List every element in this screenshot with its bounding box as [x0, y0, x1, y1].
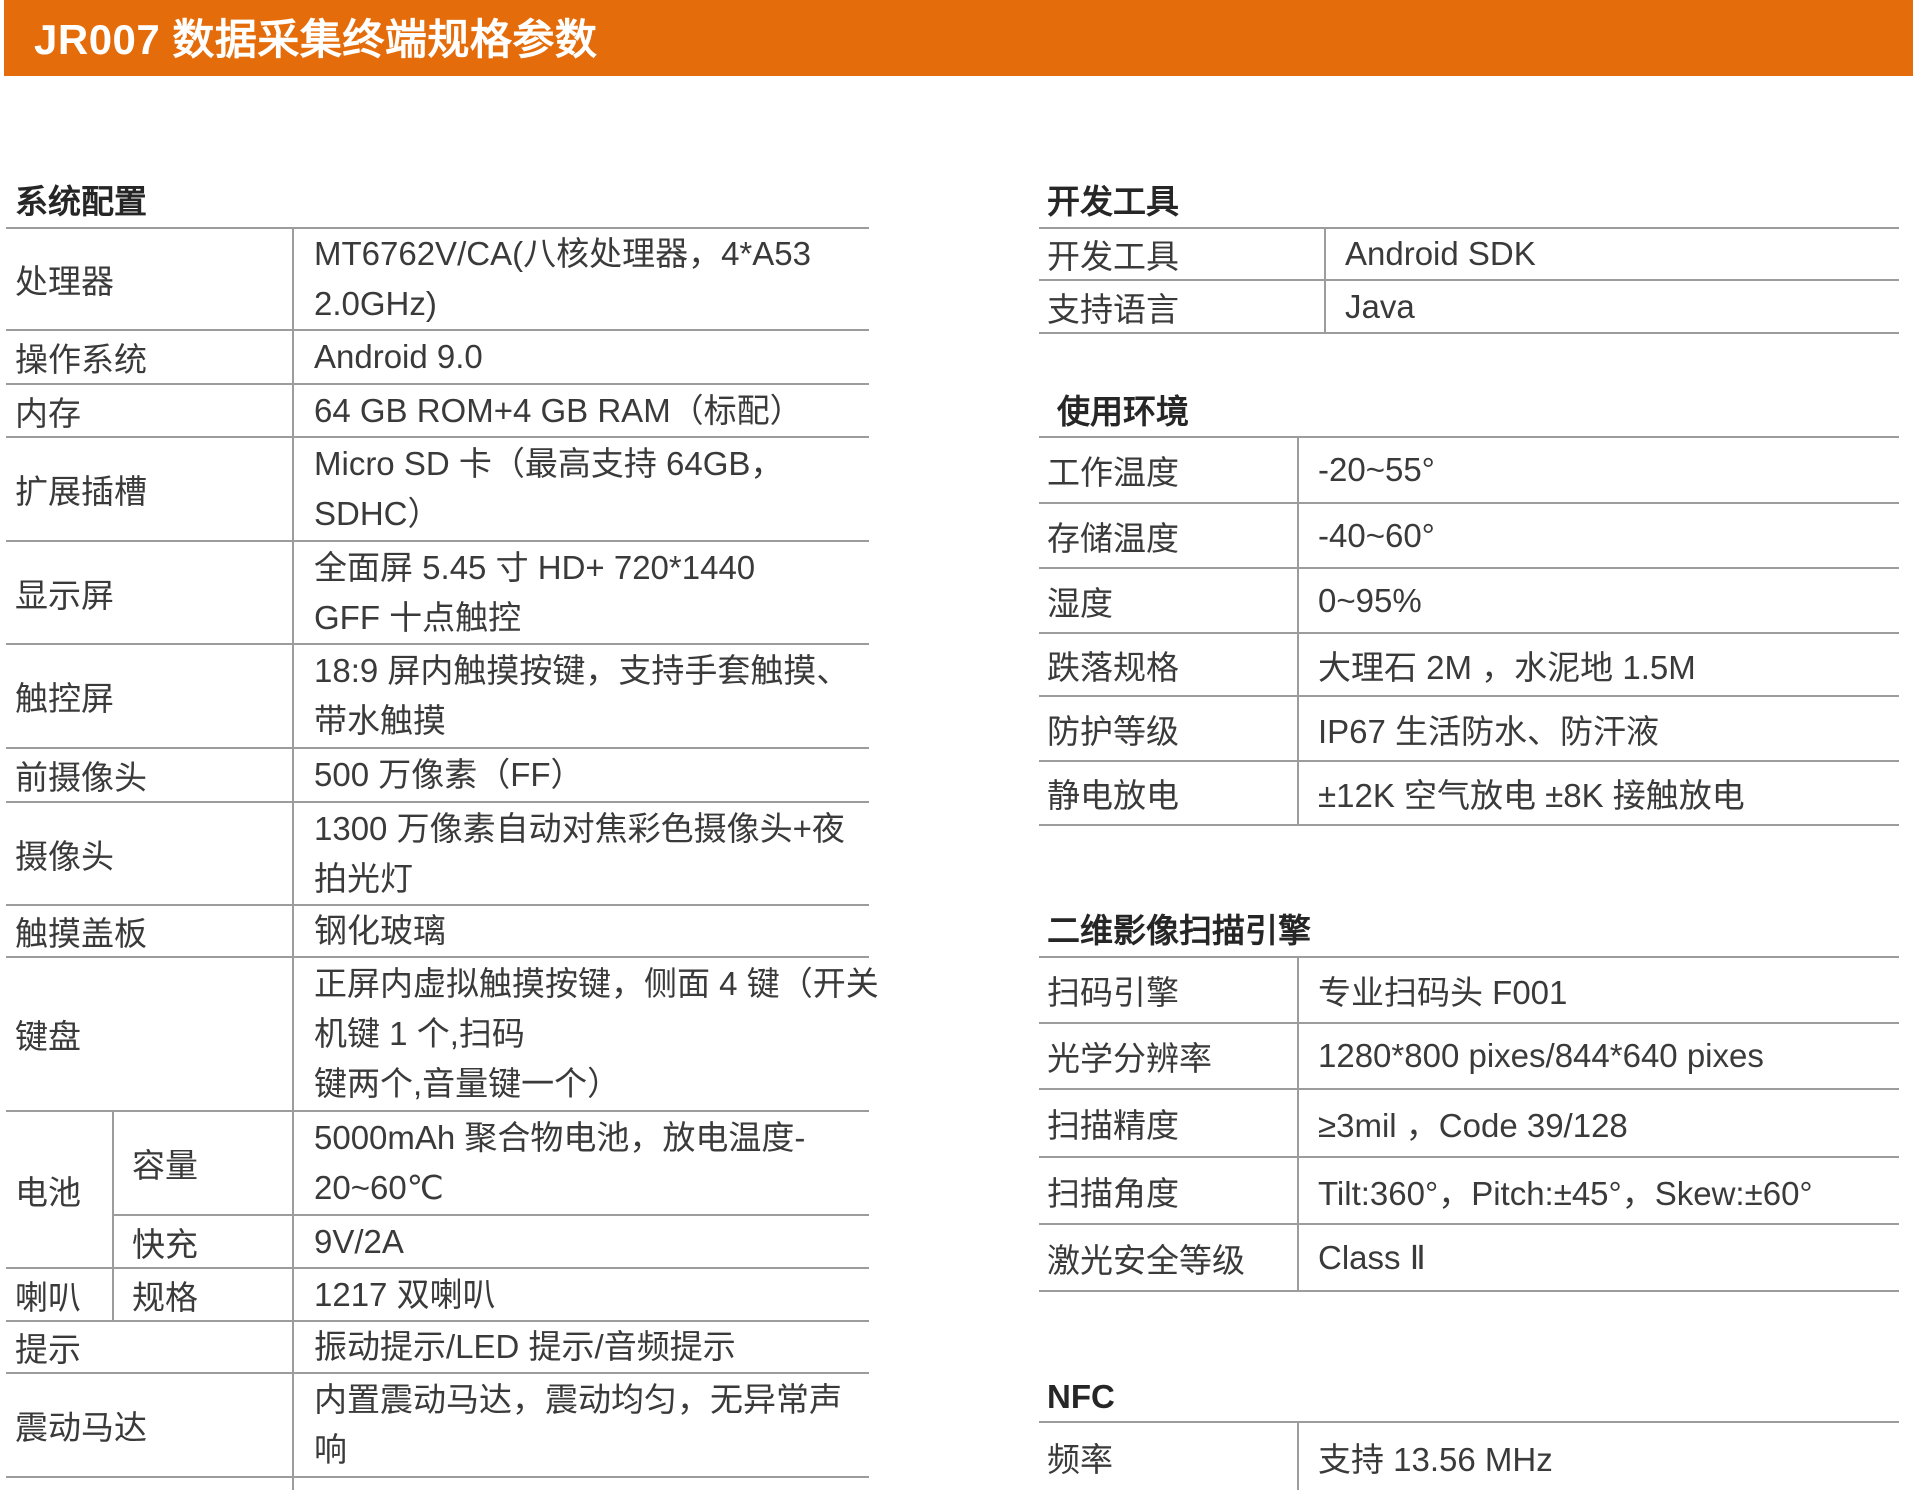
- label-scan-precision: 扫描精度: [1039, 1090, 1297, 1158]
- title-bar: JR007 数据采集终端规格参数: [4, 0, 1913, 76]
- label-frequency: 频率: [1047, 1440, 1113, 1478]
- section-heading-dev-tools: 开发工具: [1047, 183, 1179, 220]
- label-battery-capacity: 容量: [112, 1112, 292, 1216]
- value-optical-resolution: 1280*800 pixes/844*640 pixes: [1297, 1024, 1899, 1090]
- section-heading-scan-engine: 二维影像扫描引擎: [1047, 912, 1311, 949]
- value-camera: 1300 万像素自动对焦彩色摄像头+夜 拍光灯: [292, 803, 869, 906]
- value-dev-tools: Android SDK: [1324, 229, 1899, 281]
- value-line: 内置震动马达，震动均匀，无异常声: [314, 1381, 842, 1418]
- label-notification: 提示: [6, 1322, 292, 1374]
- value-scan-engine: 专业扫码头 F001: [1297, 958, 1899, 1024]
- value-line: 1300 万像素自动对焦彩色摄像头+夜: [314, 809, 845, 847]
- label-operating-temp: 工作温度: [1039, 438, 1297, 504]
- label-language: 支持语言: [1039, 281, 1324, 334]
- label-expansion-slot: 扩展插槽: [6, 438, 292, 542]
- section-heading-system: 系统配置: [15, 183, 147, 220]
- label-touchscreen: 触控屏: [6, 645, 292, 749]
- table-row-partial-value: [292, 1478, 869, 1490]
- value-line: 5000mAh 聚合物电池，放电温度-: [314, 1119, 806, 1156]
- value-frequency: 支持 13.56 MHz: [1297, 1423, 1899, 1490]
- value-line: 500 万像素（FF）: [314, 756, 584, 793]
- value-memory: 64 GB ROM+4 GB RAM（标配）: [292, 385, 869, 438]
- section-heading-environment: 使用环境: [1057, 393, 1189, 430]
- value-line: Micro SD 卡（最高支持 64GB，: [314, 445, 784, 482]
- value-line: 机键 1 个,扫码: [314, 1015, 525, 1052]
- value-line: Android 9.0: [314, 338, 483, 375]
- nfc-table: 频率 支持 13.56 MHz: [1039, 1421, 1899, 1490]
- dev-tools-table: 开发工具 Android SDK 支持语言 Java: [1039, 227, 1899, 334]
- value-line: 键两个,音量键一个）: [314, 1065, 621, 1102]
- scan-engine-table: 扫码引擎 专业扫码头 F001 光学分辨率 1280*800 pixes/844…: [1039, 956, 1899, 1292]
- section-heading-nfc: NFC: [1047, 1378, 1115, 1415]
- label-drop-spec: 跌落规格: [1039, 634, 1297, 697]
- value-line: SDHC）: [314, 495, 441, 532]
- value-battery-capacity: 5000mAh 聚合物电池，放电温度- 20~60℃: [292, 1112, 869, 1216]
- value-operating-temp: -20~55°: [1297, 438, 1899, 504]
- value-humidity: 0~95%: [1297, 569, 1899, 634]
- system-config-table: 处理器 MT6762V/CA(八核处理器，4*A53 2.0GHz) 操作系统 …: [6, 227, 879, 1490]
- value-vibration-motor: 内置震动马达，震动均匀，无异常声 响: [292, 1374, 869, 1478]
- label-protection-rating: 防护等级: [1039, 697, 1297, 762]
- label-scan-angle: 扫描角度: [1039, 1158, 1297, 1225]
- label-humidity: 湿度: [1039, 569, 1297, 634]
- label-fast-charge: 快充: [112, 1216, 292, 1269]
- value-protection-rating: IP67 生活防水、防汗液: [1297, 697, 1899, 762]
- label-camera: 摄像头: [6, 803, 292, 906]
- value-display: 全面屏 5.45 寸 HD+ 720*1440 GFF 十点触控: [292, 542, 869, 645]
- value-line: 64 GB ROM+4 GB RAM（标配）: [314, 391, 803, 429]
- value-drop-spec: 大理石 2M ，水泥地 1.5M: [1297, 634, 1899, 697]
- value-line: 带水触摸: [314, 702, 446, 739]
- value-line: 响: [314, 1431, 347, 1468]
- label-front-camera: 前摄像头: [6, 749, 292, 803]
- label-speaker-spec: 规格: [112, 1269, 292, 1322]
- label-display: 显示屏: [6, 542, 292, 645]
- value-os: Android 9.0: [292, 331, 869, 385]
- label-processor: 处理器: [6, 229, 292, 331]
- value-language: Java: [1324, 281, 1899, 334]
- label-dev-tools: 开发工具: [1039, 229, 1324, 281]
- value-line: 振动提示/LED 提示/音频提示: [314, 1328, 736, 1365]
- value-storage-temp: -40~60°: [1297, 504, 1899, 569]
- value-processor: MT6762V/CA(八核处理器，4*A53 2.0GHz): [292, 229, 869, 331]
- value-laser-safety: Class Ⅱ: [1297, 1225, 1899, 1292]
- value-line: 20~60℃: [314, 1169, 444, 1206]
- value-fast-charge: 9V/2A: [292, 1216, 869, 1269]
- environment-table: 工作温度 -20~55° 存储温度 -40~60° 湿度 0~95% 跌落规格 …: [1039, 436, 1899, 826]
- label-laser-safety: 激光安全等级: [1039, 1225, 1297, 1292]
- value-line: 钢化玻璃: [314, 912, 446, 949]
- page-title: JR007 数据采集终端规格参数: [34, 16, 598, 63]
- value-line: 正屏内虚拟触摸按键，侧面 4 键（开关: [314, 965, 879, 1002]
- value-line: 2.0GHz): [314, 285, 437, 322]
- label-os: 操作系统: [6, 331, 292, 385]
- value-scan-precision: ≥3mil ，Code 39/128: [1297, 1090, 1899, 1158]
- value-speaker-spec: 1217 双喇叭: [292, 1269, 869, 1322]
- value-expansion-slot: Micro SD 卡（最高支持 64GB， SDHC）: [292, 438, 869, 542]
- label-speaker: 喇叭: [6, 1269, 112, 1322]
- value-scan-angle: Tilt:360°，Pitch:±45°，Skew:±60°: [1297, 1158, 1899, 1225]
- value-touch-cover: 钢化玻璃: [292, 906, 869, 958]
- label-touch-cover: 触摸盖板: [6, 906, 292, 958]
- value-keyboard: 正屏内虚拟触摸按键，侧面 4 键（开关 机键 1 个,扫码 键两个,音量键一个）: [292, 958, 879, 1112]
- value-line: 全面屏 5.45 寸 HD+ 720*1440: [314, 548, 756, 586]
- value-line: 18:9 屏内触摸按键，支持手套触摸、: [314, 652, 850, 689]
- value-notification: 振动提示/LED 提示/音频提示: [292, 1322, 869, 1374]
- value-line: 9V/2A: [314, 1222, 404, 1260]
- label-optical-resolution: 光学分辨率: [1039, 1024, 1297, 1090]
- value-line: MT6762V/CA(八核处理器，4*A53: [314, 235, 811, 272]
- value-front-camera: 500 万像素（FF）: [292, 749, 869, 803]
- label-vibration-motor: 震动马达: [6, 1374, 292, 1478]
- label-memory: 内存: [6, 385, 292, 438]
- value-touchscreen: 18:9 屏内触摸按键，支持手套触摸、 带水触摸: [292, 645, 869, 749]
- table-row-partial-label: [6, 1478, 292, 1490]
- label-battery: 电池: [6, 1112, 112, 1269]
- value-line: 1217 双喇叭: [314, 1275, 496, 1313]
- label-storage-temp: 存储温度: [1039, 504, 1297, 569]
- value-line: GFF 十点触控: [314, 598, 522, 636]
- value-line: 拍光灯: [314, 859, 413, 897]
- label-keyboard: 键盘: [6, 958, 292, 1112]
- label-scan-engine: 扫码引擎: [1039, 958, 1297, 1024]
- value-esd: ±12K 空气放电 ±8K 接触放电: [1297, 762, 1899, 826]
- label-esd: 静电放电: [1039, 762, 1297, 826]
